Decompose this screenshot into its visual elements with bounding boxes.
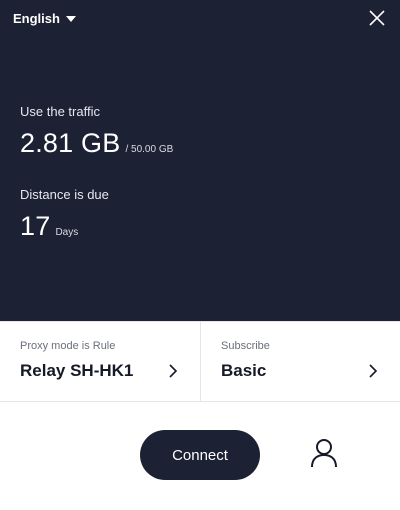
- traffic-value-row: 2.81 GB / 50.00 GB: [20, 128, 173, 159]
- info-cards: Proxy mode is Rule Relay SH-HK1 Subscrib…: [0, 321, 400, 402]
- due-days: 17: [20, 211, 51, 241]
- user-icon[interactable]: [309, 437, 339, 469]
- subscribe-label: Subscribe: [221, 340, 270, 352]
- app-window: English Use the traffic 2.81 GB / 50.00 …: [0, 0, 400, 510]
- proxy-mode-label: Proxy mode is Rule: [20, 340, 116, 352]
- due-value-row: 17 Days: [20, 211, 78, 242]
- caret-down-icon: [65, 16, 76, 22]
- proxy-mode-card[interactable]: Proxy mode is Rule Relay SH-HK1: [0, 322, 200, 401]
- traffic-total: / 50.00 GB: [125, 144, 174, 155]
- due-unit: Days: [55, 227, 79, 238]
- close-icon[interactable]: [368, 9, 386, 27]
- connect-button[interactable]: Connect: [140, 430, 260, 480]
- chevron-right-icon: [369, 364, 378, 378]
- subscribe-plan-value: Basic: [221, 361, 267, 380]
- language-label: English: [13, 11, 60, 26]
- usage-panel: English Use the traffic 2.81 GB / 50.00 …: [0, 0, 400, 321]
- chevron-right-icon: [169, 364, 178, 378]
- proxy-node-value: Relay SH-HK1: [20, 361, 134, 380]
- subscribe-card[interactable]: Subscribe Basic: [200, 322, 400, 401]
- language-selector[interactable]: English: [13, 11, 76, 26]
- due-label: Distance is due: [20, 187, 109, 202]
- traffic-used: 2.81 GB: [20, 128, 121, 158]
- traffic-label: Use the traffic: [20, 104, 100, 119]
